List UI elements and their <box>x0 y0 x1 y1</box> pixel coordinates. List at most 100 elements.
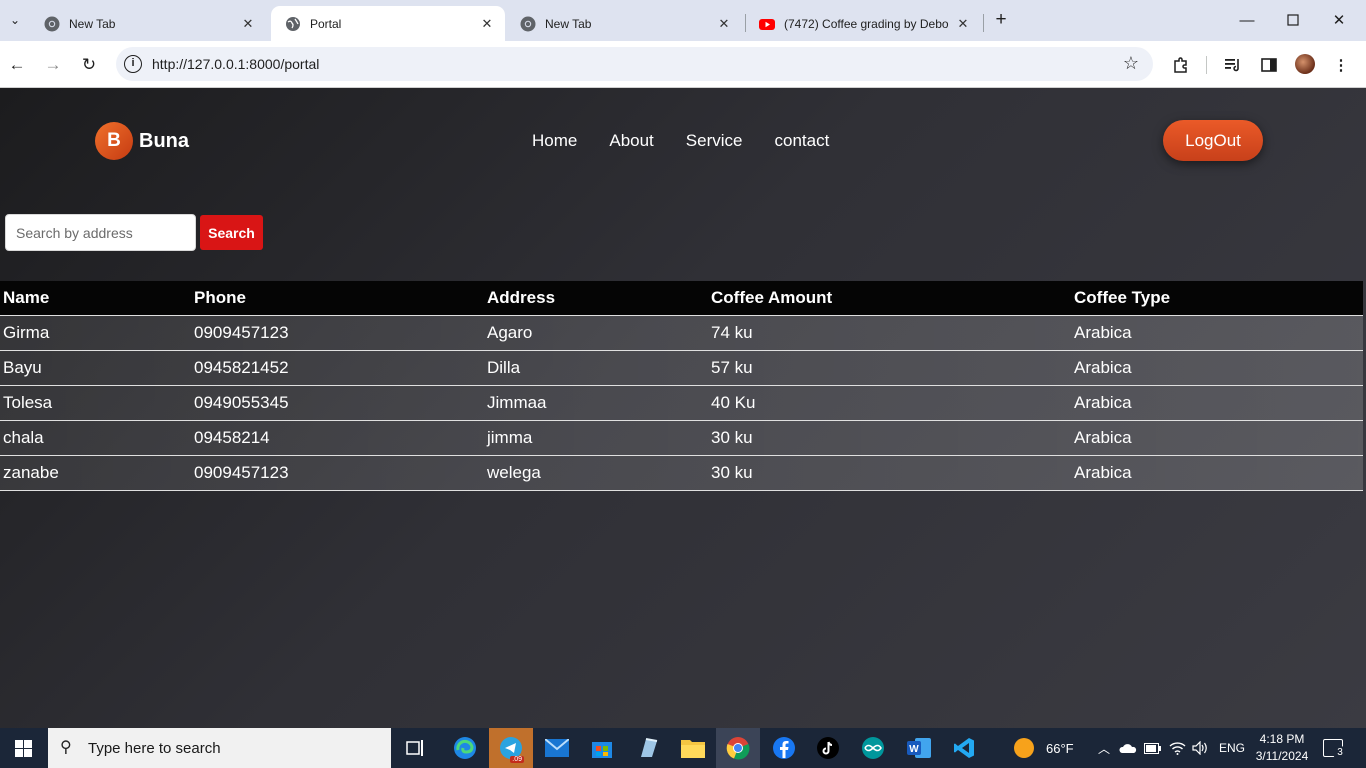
browser-tab-strip: ⌄ New Tab ✕ Portal ✕ New Tab ✕ (7472) Co… <box>0 0 1366 41</box>
arduino-icon[interactable] <box>851 728 895 768</box>
tiktok-icon[interactable] <box>806 728 850 768</box>
media-control-icon[interactable] <box>1221 53 1245 77</box>
column-header-address: Address <box>487 288 556 307</box>
volume-icon[interactable] <box>1192 728 1209 768</box>
chrome-taskbar-icon[interactable] <box>716 728 760 768</box>
windows-taskbar: ⚲ Type here to search .09 W 66°F ︿ ENG 4… <box>0 728 1366 768</box>
column-header-name: Name <box>3 288 50 307</box>
cell-address: jimma <box>487 428 533 447</box>
logout-button[interactable]: LogOut <box>1163 120 1263 161</box>
maximize-icon[interactable] <box>1270 8 1316 32</box>
tab-new-tab-2[interactable]: New Tab ✕ <box>506 6 742 41</box>
tab-search-icon[interactable]: ⌄ <box>4 9 26 31</box>
cell-name: Bayu <box>3 358 42 377</box>
telegram-icon[interactable]: .09 <box>489 728 533 768</box>
weather-widget[interactable]: 66°F <box>1014 728 1074 768</box>
close-icon[interactable]: ✕ <box>955 16 971 32</box>
cell-address: Agaro <box>487 323 533 342</box>
forward-icon[interactable]: → <box>41 53 65 77</box>
extensions-icon[interactable] <box>1168 53 1192 77</box>
cell-phone: 0909457123 <box>194 323 289 342</box>
facebook-icon[interactable] <box>762 728 806 768</box>
clock-date: 3/11/2024 <box>1255 749 1309 763</box>
reload-icon[interactable]: ↻ <box>77 53 101 77</box>
cell-address: welega <box>487 463 541 482</box>
table-row: Tolesa 0949055345 Jimmaa 40 Ku Arabica <box>0 386 1363 421</box>
close-icon[interactable]: ✕ <box>240 16 256 32</box>
minimize-icon[interactable]: — <box>1224 8 1270 32</box>
table-row: zanabe 0909457123 welega 30 ku Arabica <box>0 456 1363 491</box>
tab-title: (7472) Coffee grading by Debo <box>784 16 949 31</box>
nav-link-about[interactable]: About <box>609 131 653 151</box>
cell-coffee-amount: 40 Ku <box>711 393 756 412</box>
nav-link-contact[interactable]: contact <box>774 131 829 151</box>
cell-coffee-amount: 30 ku <box>711 463 753 482</box>
nav-link-service[interactable]: Service <box>686 131 743 151</box>
back-icon[interactable]: ← <box>5 53 29 77</box>
task-view-icon[interactable] <box>394 728 438 768</box>
tab-youtube[interactable]: (7472) Coffee grading by Debo ✕ <box>745 6 981 41</box>
weather-temp: 66°F <box>1046 740 1074 756</box>
nav-link-home[interactable]: Home <box>532 131 577 151</box>
bookmark-star-icon[interactable]: ☆ <box>1123 53 1139 74</box>
input-language[interactable]: ENG <box>1219 728 1245 768</box>
close-icon[interactable]: ✕ <box>479 16 495 32</box>
search-input[interactable] <box>5 214 196 251</box>
show-hidden-icons[interactable]: ︿ <box>1098 728 1110 768</box>
tab-title: New Tab <box>545 16 592 31</box>
records-table: Name Phone Address Coffee Amount Coffee … <box>0 281 1363 491</box>
cell-phone: 0949055345 <box>194 393 289 412</box>
word-icon[interactable]: W <box>897 728 941 768</box>
vscode-icon[interactable] <box>942 728 986 768</box>
telegram-badge: .09 <box>510 756 524 763</box>
globe-icon <box>285 16 301 32</box>
taskbar-search-box[interactable]: ⚲ Type here to search <box>48 728 391 768</box>
microsoft-store-icon[interactable] <box>580 728 624 768</box>
table-row: Girma 0909457123 Agaro 74 ku Arabica <box>0 316 1363 351</box>
tab-portal[interactable]: Portal ✕ <box>271 6 505 41</box>
system-clock[interactable]: 4:18 PM 3/11/2024 <box>1252 731 1312 765</box>
mail-icon[interactable] <box>535 728 579 768</box>
cell-address: Jimmaa <box>487 393 547 412</box>
menu-kebab-icon[interactable]: ⋮ <box>1329 53 1353 77</box>
cell-coffee-amount: 74 ku <box>711 323 753 342</box>
side-panel-icon[interactable] <box>1257 53 1281 77</box>
brand-logo[interactable]: B Buna <box>95 122 189 160</box>
cell-name: Tolesa <box>3 393 53 412</box>
cell-name: Girma <box>3 323 50 342</box>
cell-phone: 09458214 <box>194 428 270 447</box>
address-bar[interactable]: i http://127.0.0.1:8000/portal ☆ <box>116 47 1153 81</box>
url-text[interactable]: http://127.0.0.1:8000/portal <box>152 56 319 72</box>
site-info-icon[interactable]: i <box>124 55 142 73</box>
wifi-icon[interactable] <box>1169 728 1186 768</box>
column-header-phone: Phone <box>194 288 246 307</box>
column-header-coffee-amount: Coffee Amount <box>711 288 833 307</box>
window-close-icon[interactable]: ✕ <box>1316 8 1362 32</box>
profile-avatar[interactable] <box>1295 54 1315 74</box>
cell-coffee-type: Arabica <box>1074 463 1132 482</box>
tab-new-tab-1[interactable]: New Tab ✕ <box>30 6 266 41</box>
new-tab-button[interactable]: + <box>990 10 1012 32</box>
tab-title: Portal <box>310 16 342 31</box>
browser-toolbar: ← → ↻ i http://127.0.0.1:8000/portal ☆ ⋮ <box>0 41 1366 88</box>
chrome-icon <box>520 16 536 32</box>
file-explorer-icon[interactable] <box>671 728 715 768</box>
main-nav: Home About Service contact <box>532 131 861 151</box>
cell-phone: 0945821452 <box>194 358 289 377</box>
close-icon[interactable]: ✕ <box>716 16 732 32</box>
onedrive-icon[interactable] <box>1119 728 1137 768</box>
battery-icon[interactable] <box>1144 728 1161 768</box>
notepad-icon[interactable] <box>626 728 670 768</box>
cell-phone: 0909457123 <box>194 463 289 482</box>
cell-coffee-type: Arabica <box>1074 358 1132 377</box>
edge-icon[interactable] <box>443 728 487 768</box>
youtube-icon <box>759 16 775 32</box>
tab-title: New Tab <box>69 16 116 31</box>
cell-coffee-type: Arabica <box>1074 428 1132 447</box>
taskbar-search-placeholder: Type here to search <box>88 740 221 757</box>
portal-page: B Buna Home About Service contact LogOut… <box>0 88 1366 728</box>
cell-coffee-amount: 30 ku <box>711 428 753 447</box>
windows-start-icon[interactable] <box>15 740 32 757</box>
clock-time: 4:18 PM <box>1259 732 1305 746</box>
search-button[interactable]: Search <box>200 215 263 250</box>
